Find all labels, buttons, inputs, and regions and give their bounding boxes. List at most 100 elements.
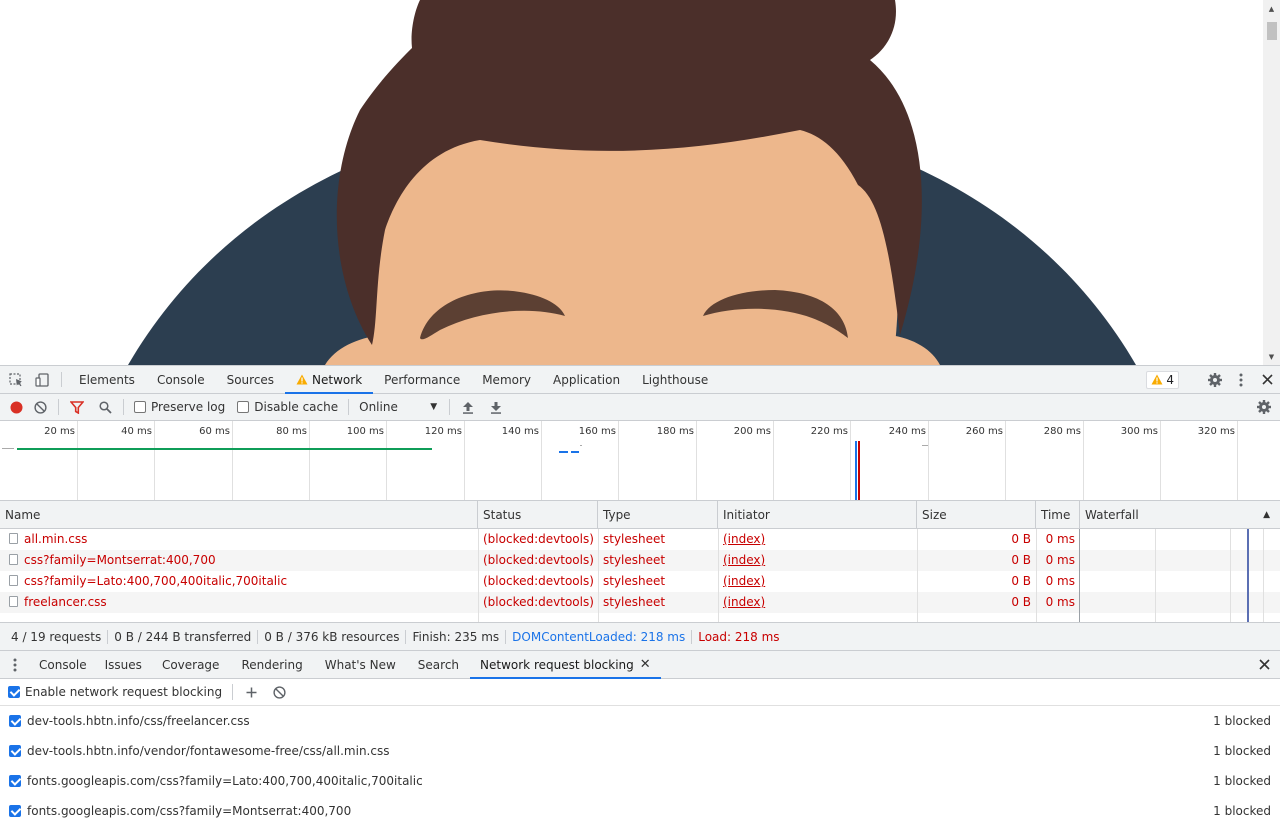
- device-toolbar-icon[interactable]: [29, 366, 55, 393]
- summary-dom-content-loaded: DOMContentLoaded: 218 ms: [506, 629, 693, 644]
- drawer-tab-console[interactable]: Console: [30, 651, 96, 678]
- close-devtools-icon[interactable]: [1254, 374, 1280, 385]
- tab-elements[interactable]: Elements: [68, 366, 146, 393]
- tab-memory[interactable]: Memory: [471, 366, 542, 393]
- import-har-icon[interactable]: [454, 394, 482, 421]
- summary-transferred: 0 B / 244 B transferred: [108, 629, 259, 644]
- warning-icon: [296, 374, 308, 385]
- preserve-log-box[interactable]: [134, 401, 146, 413]
- pattern-checkbox[interactable]: [9, 715, 21, 727]
- tab-application[interactable]: Application: [542, 366, 631, 393]
- list-item[interactable]: fonts.googleapis.com/css?family=Montserr…: [0, 796, 1280, 826]
- file-icon: [9, 554, 18, 565]
- scroll-down-icon[interactable]: ▼: [1263, 348, 1280, 365]
- summary-finish: Finish: 235 ms: [406, 629, 507, 644]
- pattern-text: dev-tools.hbtn.info/vendor/fontawesome-f…: [27, 744, 390, 758]
- pattern-text: fonts.googleapis.com/css?family=Lato:400…: [27, 774, 423, 788]
- disable-cache-box[interactable]: [237, 401, 250, 413]
- column-name[interactable]: Name: [0, 501, 478, 529]
- filter-icon[interactable]: [63, 394, 91, 421]
- list-item[interactable]: fonts.googleapis.com/css?family=Lato:400…: [0, 766, 1280, 796]
- close-drawer-icon[interactable]: [1248, 651, 1280, 678]
- clear-icon[interactable]: [26, 394, 54, 421]
- pattern-text: dev-tools.hbtn.info/css/freelancer.css: [27, 714, 250, 728]
- sort-ascending-icon: ▲: [1263, 510, 1270, 520]
- record-icon[interactable]: [6, 394, 26, 421]
- chevron-down-icon: ▼: [430, 402, 438, 412]
- export-har-icon[interactable]: [482, 394, 510, 421]
- table-row[interactable]: all.min.css (blocked:devtools) styleshee…: [0, 529, 1280, 550]
- list-item[interactable]: dev-tools.hbtn.info/css/freelancer.css 1…: [0, 706, 1280, 736]
- blocked-patterns-list: dev-tools.hbtn.info/css/freelancer.css 1…: [0, 706, 1280, 826]
- avatar-illustration: [128, 0, 1136, 365]
- tab-network[interactable]: Network: [285, 366, 374, 394]
- page-viewport: ▲ ▼: [0, 0, 1280, 365]
- list-item[interactable]: dev-tools.hbtn.info/vendor/fontawesome-f…: [0, 736, 1280, 766]
- throttling-select[interactable]: Online ▼: [359, 400, 437, 414]
- timeline-bars: [2, 441, 928, 500]
- drawer-tab-network-request-blocking[interactable]: Network request blocking ✕: [470, 651, 661, 679]
- initiator-link[interactable]: (index): [723, 532, 765, 546]
- disable-cache-checkbox[interactable]: Disable cache: [237, 400, 338, 414]
- drawer-tab-issues[interactable]: Issues: [96, 651, 151, 678]
- enable-blocking-box[interactable]: [8, 686, 20, 698]
- scroll-thumb[interactable]: [1267, 22, 1277, 40]
- drawer-menu-icon[interactable]: [0, 651, 30, 678]
- more-options-icon[interactable]: [1228, 373, 1254, 387]
- network-settings-gear-icon[interactable]: [1250, 394, 1278, 421]
- pattern-blocked-count: 1 blocked: [1213, 774, 1271, 788]
- column-time[interactable]: Time: [1036, 501, 1080, 529]
- column-waterfall[interactable]: Waterfall ▲: [1080, 501, 1280, 529]
- pattern-checkbox[interactable]: [9, 805, 21, 817]
- table-row[interactable]: css?family=Montserrat:400,700 (blocked:d…: [0, 550, 1280, 571]
- drawer-tab-coverage[interactable]: Coverage: [151, 651, 231, 678]
- column-type[interactable]: Type: [598, 501, 718, 529]
- pattern-text: fonts.googleapis.com/css?family=Montserr…: [27, 804, 352, 818]
- warning-icon: [1151, 374, 1163, 385]
- tab-console[interactable]: Console: [146, 366, 216, 393]
- remove-all-patterns-icon[interactable]: [271, 685, 287, 699]
- tab-sources[interactable]: Sources: [216, 366, 285, 393]
- add-pattern-icon[interactable]: [243, 687, 259, 698]
- waterfall-load-marker: [1247, 529, 1249, 622]
- table-row[interactable]: css?family=Lato:400,700,400italic,700ita…: [0, 571, 1280, 592]
- drawer-tabbar: Console Issues Coverage Rendering What's…: [0, 651, 1280, 679]
- file-icon: [9, 575, 18, 586]
- pattern-blocked-count: 1 blocked: [1213, 804, 1271, 818]
- page-scrollbar[interactable]: ▲ ▼: [1263, 0, 1280, 365]
- settings-gear-icon[interactable]: [1202, 372, 1228, 388]
- summary-load: Load: 218 ms: [698, 629, 780, 644]
- pattern-checkbox[interactable]: [9, 745, 21, 757]
- tab-lighthouse[interactable]: Lighthouse: [631, 366, 719, 393]
- initiator-link[interactable]: (index): [723, 595, 765, 609]
- request-blocking-toolbar: Enable network request blocking: [0, 679, 1280, 706]
- column-size[interactable]: Size: [917, 501, 1036, 529]
- pattern-checkbox[interactable]: [9, 775, 21, 787]
- summary-resources: 0 B / 376 kB resources: [258, 629, 407, 644]
- table-row[interactable]: freelancer.css (blocked:devtools) styles…: [0, 592, 1280, 613]
- tab-performance[interactable]: Performance: [373, 366, 471, 393]
- devtools-main-tabbar: Elements Console Sources Network Perform…: [0, 366, 1280, 394]
- enable-blocking-checkbox[interactable]: Enable network request blocking: [8, 685, 222, 699]
- search-icon[interactable]: [91, 394, 119, 421]
- file-icon: [9, 596, 18, 607]
- network-toolbar: Preserve log Disable cache Online ▼: [0, 394, 1280, 421]
- column-initiator[interactable]: Initiator: [718, 501, 917, 529]
- preserve-log-checkbox[interactable]: Preserve log: [134, 400, 225, 414]
- pattern-blocked-count: 1 blocked: [1213, 714, 1271, 728]
- inspect-element-icon[interactable]: [3, 366, 29, 393]
- drawer-tab-whats-new[interactable]: What's New: [314, 651, 407, 678]
- initiator-link[interactable]: (index): [723, 553, 765, 567]
- file-icon: [9, 533, 18, 544]
- drawer-tab-rendering[interactable]: Rendering: [230, 651, 313, 678]
- summary-requests: 4 / 19 requests: [5, 629, 109, 644]
- drawer-tab-search[interactable]: Search: [407, 651, 470, 678]
- initiator-link[interactable]: (index): [723, 574, 765, 588]
- scroll-up-icon[interactable]: ▲: [1263, 0, 1280, 17]
- issues-warning-badge[interactable]: 4: [1146, 370, 1179, 389]
- pattern-blocked-count: 1 blocked: [1213, 744, 1271, 758]
- close-tab-icon[interactable]: ✕: [640, 657, 651, 672]
- column-status[interactable]: Status: [478, 501, 598, 529]
- network-overview-timeline[interactable]: 20 ms 40 ms 60 ms 80 ms 100 ms 120 ms 14…: [0, 421, 1280, 501]
- network-summary-bar: 4 / 19 requests 0 B / 244 B transferred …: [0, 623, 1280, 651]
